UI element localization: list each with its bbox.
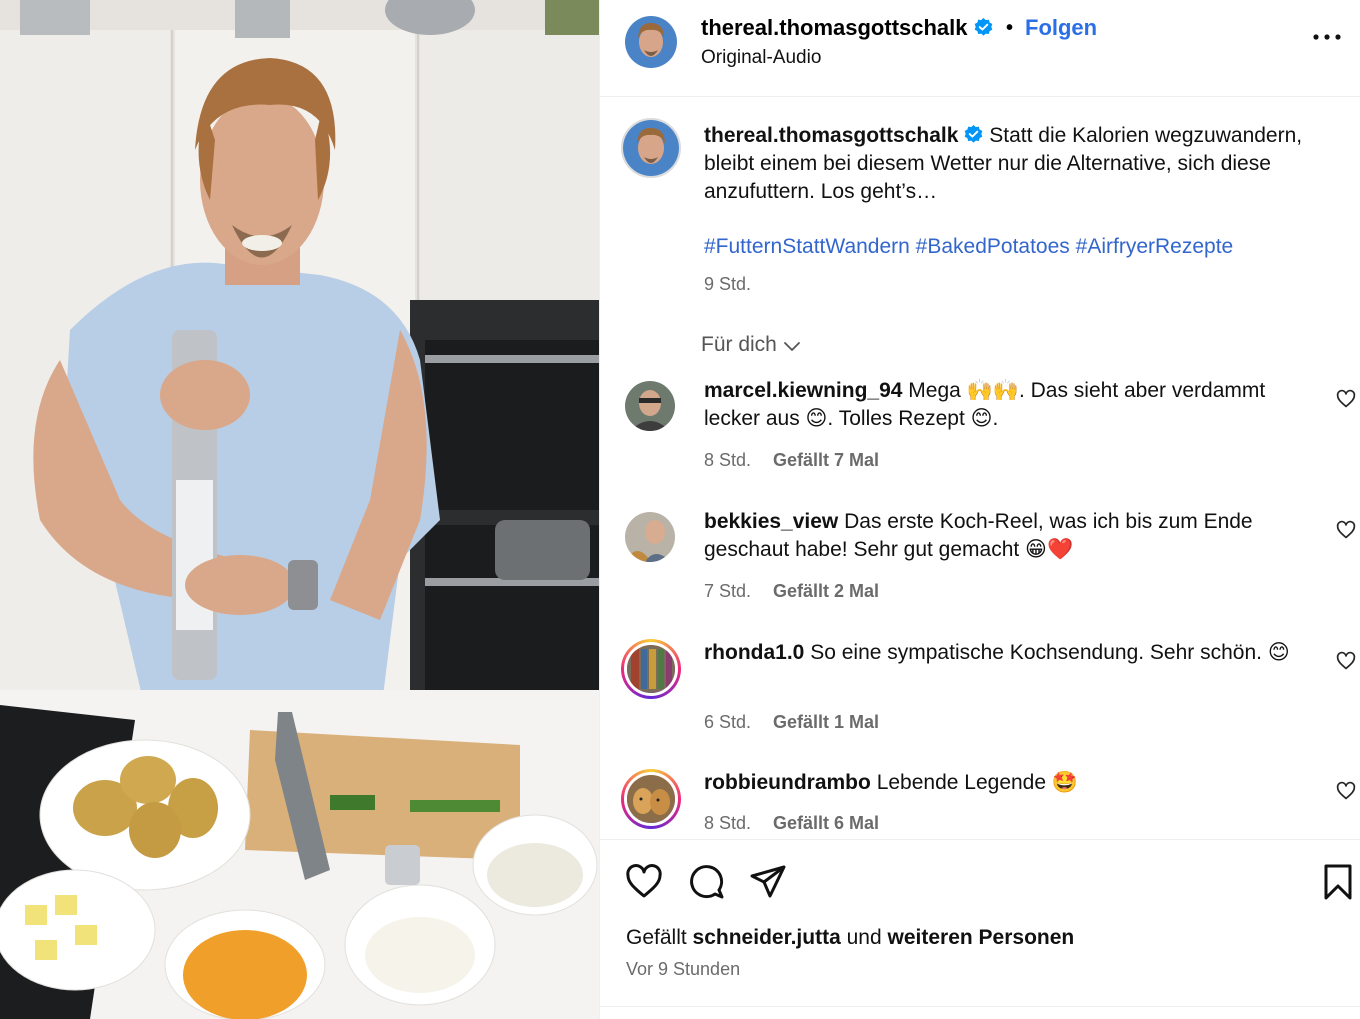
caption-hashtags: #FutternStattWandern #BakedPotatoes #Air… [704,235,1233,259]
comment-icon[interactable] [686,862,726,902]
author-username[interactable]: thereal.thomasgottschalk [701,15,993,41]
hashtag-link[interactable]: #FutternStattWandern [704,235,910,258]
likes-summary: Gefällt schneider.jutta und weiteren Per… [626,926,1074,950]
comment-body: Lebende Legende 🤩 [876,771,1079,794]
comments-scroll-area[interactable]: thereal.thomasgottschalk Statt die Kalor… [600,98,1360,838]
liked-by-others-link[interactable]: weiteren Personen [888,926,1075,949]
comment-likes[interactable]: Gefällt 2 Mal [773,581,879,601]
hashtag-link[interactable]: #BakedPotatoes [916,235,1070,258]
commenter-username[interactable]: bekkies_view [704,510,838,533]
comment-text: marcel.kiewning_94 Mega 🙌🙌. Das sieht ab… [704,377,1304,433]
post-timestamp[interactable]: Vor 9 Stunden [626,959,740,980]
comment-timestamp[interactable]: 7 Std. [704,581,751,601]
caption-avatar[interactable] [621,118,681,178]
caption-text: thereal.thomasgottschalk Statt die Kalor… [704,122,1304,206]
comment-meta: 7 Std. Gefällt 2 Mal [704,581,879,602]
commenter-avatar[interactable] [625,512,675,562]
author-username-text[interactable]: thereal.thomasgottschalk [701,15,968,40]
comment-body: So eine sympatische Kochsendung. Sehr sc… [810,641,1290,664]
reel-video[interactable] [0,0,599,1019]
more-options-button[interactable] [1312,27,1342,47]
commenter-username[interactable]: rhonda1.0 [704,641,804,664]
commenter-avatar[interactable] [625,381,675,431]
comment-meta: 8 Std. Gefällt 7 Mal [704,450,879,471]
divider [600,1006,1360,1007]
comment-meta: 6 Std. Gefällt 1 Mal [704,712,879,733]
video-frame-image [0,0,599,1019]
heart-icon[interactable] [1336,389,1356,409]
bookmark-icon[interactable] [1318,862,1358,902]
hashtag-link[interactable]: #AirfryerRezepte [1076,235,1234,258]
commenter-username[interactable]: marcel.kiewning_94 [704,379,902,402]
likes-middle: und [846,926,882,949]
commenter-username[interactable]: robbieundrambo [704,771,871,794]
heart-icon[interactable] [1336,520,1356,540]
comment-sort-label: Für dich [701,333,777,356]
comment-likes[interactable]: Gefällt 1 Mal [773,712,879,732]
share-icon[interactable] [748,862,788,902]
audio-label[interactable]: Original-Audio [701,47,821,69]
comment-text: robbieundrambo Lebende Legende 🤩 [704,769,1304,797]
post-header: thereal.thomasgottschalk • Folgen Origin… [600,0,1360,97]
header-separator: • [1006,17,1014,39]
heart-icon[interactable] [1336,651,1356,671]
comment-likes[interactable]: Gefällt 6 Mal [773,813,879,833]
comment-meta: 8 Std. Gefällt 6 Mal [704,813,879,834]
commenter-avatar-story-ring[interactable] [621,639,681,699]
more-icon [1313,34,1341,40]
comment-text: rhonda1.0 So eine sympatische Kochsendun… [704,639,1304,667]
commenter-avatar-story-ring[interactable] [621,769,681,829]
likes-prefix: Gefällt [626,926,687,949]
verified-icon [974,18,992,36]
caption-username[interactable]: thereal.thomasgottschalk [704,124,958,147]
comment-sort-dropdown[interactable]: Für dich [701,333,801,357]
caption-timestamp[interactable]: 9 Std. [704,274,751,295]
follow-button[interactable]: Folgen [1025,15,1097,41]
comment-timestamp[interactable]: 8 Std. [704,450,751,470]
heart-icon[interactable] [1336,781,1356,801]
comment-text: bekkies_view Das erste Koch-Reel, was ic… [704,508,1304,564]
post-actions: Gefällt schneider.jutta und weiteren Per… [600,839,1360,1007]
comment-likes[interactable]: Gefällt 7 Mal [773,450,879,470]
verified-icon [965,125,983,143]
chevron-down-icon [783,342,800,351]
heart-icon[interactable] [624,862,664,902]
post-details-panel: thereal.thomasgottschalk • Folgen Origin… [599,0,1360,1019]
comment-timestamp[interactable]: 8 Std. [704,813,751,833]
liked-by-user-link[interactable]: schneider.jutta [693,926,841,949]
comment-timestamp[interactable]: 6 Std. [704,712,751,732]
author-avatar[interactable] [625,16,677,68]
